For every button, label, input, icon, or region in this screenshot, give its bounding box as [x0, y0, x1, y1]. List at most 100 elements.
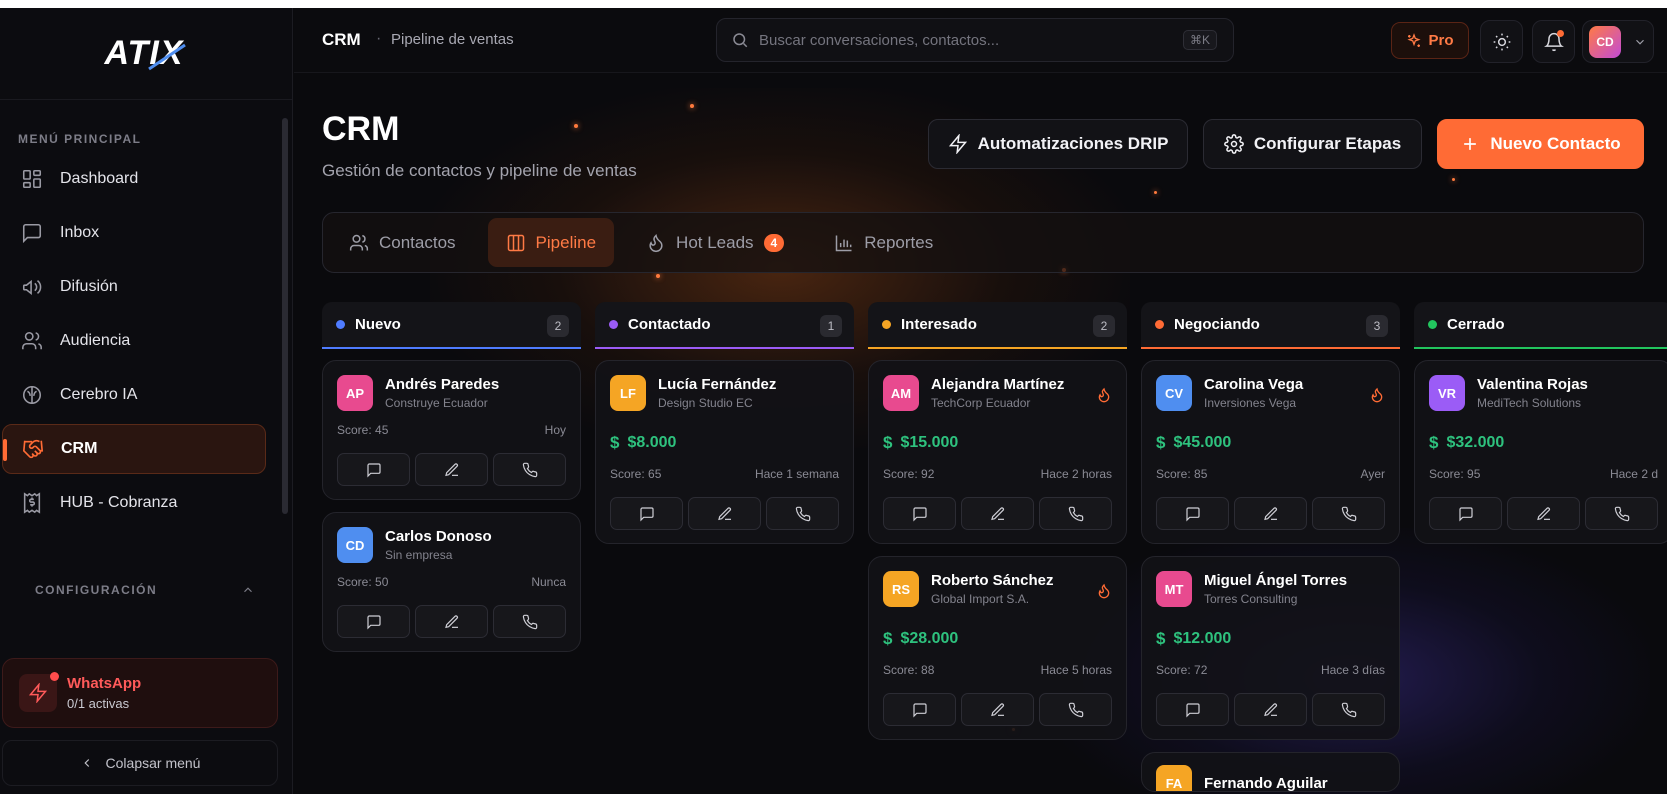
tab-hot-leads[interactable]: Hot Leads 4 [628, 218, 802, 267]
deal-amount: $ $32.000 [1429, 433, 1658, 453]
contact-name[interactable]: Carlos Donoso [385, 528, 492, 545]
sidebar-item-dashboard[interactable]: Dashboard [2, 154, 266, 204]
message-button[interactable] [1429, 497, 1502, 530]
contact-card[interactable]: AM Alejandra Martínez TechCorp Ecuador $ $15… [868, 360, 1127, 544]
contact-card[interactable]: LF Lucía Fernández Design Studio EC $ $8.000… [595, 360, 854, 544]
edit-button[interactable] [688, 497, 761, 530]
lead-score: Score: 95 [1429, 467, 1481, 481]
call-button[interactable] [1585, 497, 1658, 530]
sidebar-item-audiencia[interactable]: Audiencia [2, 316, 266, 366]
search-box[interactable]: ⌘K [716, 18, 1234, 62]
user-menu[interactable]: CD [1582, 20, 1654, 63]
contact-card[interactable]: RS Roberto Sánchez Global Import S.A. $ $28.… [868, 556, 1127, 740]
logo[interactable]: ATIX [0, 8, 292, 100]
config-section[interactable]: CONFIGURACIÓN [35, 583, 255, 597]
tab-contactos[interactable]: Contactos [331, 218, 474, 267]
contact-name[interactable]: Andrés Paredes [385, 376, 499, 393]
new-contact-button[interactable]: Nuevo Contacto [1437, 119, 1644, 169]
message-button[interactable] [337, 453, 410, 486]
edit-button[interactable] [961, 497, 1034, 530]
message-button[interactable] [337, 605, 410, 638]
lead-score: Score: 65 [610, 467, 662, 481]
call-button[interactable] [493, 605, 566, 638]
contact-card[interactable]: AP Andrés Paredes Construye Ecuador Score: … [322, 360, 581, 500]
edit-button[interactable] [415, 605, 488, 638]
avatar: AP [337, 375, 373, 411]
view-tabs: Contactos Pipeline Hot Leads 4 Reportes [322, 212, 1644, 273]
contact-card[interactable]: CD Carlos Donoso Sin empresa Score: 50 Nunca [322, 512, 581, 652]
pipeline-column-contactado: Contactado 1 LF Lucía Fernández Design Studi… [595, 302, 854, 544]
card-actions [883, 693, 1112, 726]
contact-name[interactable]: Miguel Ángel Torres [1204, 572, 1347, 589]
edit-button[interactable] [961, 693, 1034, 726]
call-button[interactable] [766, 497, 839, 530]
breadcrumb-main[interactable]: CRM [322, 30, 361, 50]
pencil-icon [444, 462, 460, 478]
whatsapp-title: WhatsApp [67, 675, 142, 692]
tab-reportes[interactable]: Reportes [816, 218, 951, 267]
contact-name[interactable]: Fernando Aguilar [1204, 775, 1328, 792]
column-count-badge: 2 [1093, 315, 1115, 337]
lead-score: Score: 88 [883, 663, 935, 677]
edit-button[interactable] [415, 453, 488, 486]
call-button[interactable] [1312, 693, 1385, 726]
sidebar-item-crm[interactable]: CRM [2, 424, 266, 474]
pro-button[interactable]: Pro [1391, 22, 1469, 59]
card-actions [337, 605, 566, 638]
hot-leads-count-badge: 4 [763, 233, 785, 252]
contact-name[interactable]: Alejandra Martínez [931, 376, 1064, 393]
deal-amount-value: $28.000 [900, 630, 959, 647]
drip-automations-button[interactable]: Automatizaciones DRIP [928, 119, 1188, 169]
columns-icon [507, 234, 524, 251]
sidebar-item-label: Dashboard [60, 170, 139, 187]
contact-card[interactable]: VR Valentina Rojas MediTech Solutions $ $32.… [1414, 360, 1667, 544]
sidebar-item-label: Cerebro IA [60, 386, 138, 403]
call-button[interactable] [1312, 497, 1385, 530]
contact-name[interactable]: Lucía Fernández [658, 376, 776, 393]
phone-icon [522, 614, 538, 630]
sidebar-item-cerebro-ia[interactable]: Cerebro IA [2, 370, 266, 420]
contact-name[interactable]: Valentina Rojas [1477, 376, 1588, 393]
contact-card[interactable]: FA Fernando Aguilar [1141, 752, 1400, 792]
contact-name[interactable]: Roberto Sánchez [931, 572, 1054, 589]
sidebar-item-inbox[interactable]: Inbox [2, 208, 266, 258]
contact-card[interactable]: CV Carolina Vega Inversiones Vega $ $45.000 S… [1141, 360, 1400, 544]
message-button[interactable] [883, 693, 956, 726]
sidebar-item-difusion[interactable]: Difusión [2, 262, 266, 312]
contact-company: Construye Ecuador [385, 396, 488, 410]
message-button[interactable] [1156, 693, 1229, 726]
chevron-up-icon [244, 587, 252, 593]
contact-meta: Score: 65 Hace 1 semana [610, 467, 839, 481]
deal-amount: $ $15.000 [883, 433, 1112, 453]
chevron-left-icon [83, 759, 89, 767]
deal-amount: $ $8.000 [610, 433, 839, 453]
search-icon [733, 33, 748, 48]
message-button[interactable] [883, 497, 956, 530]
contact-name[interactable]: Carolina Vega [1204, 376, 1303, 393]
avatar: CD [337, 527, 373, 563]
message-button[interactable] [1156, 497, 1229, 530]
sidebar-item-hub-cobranza[interactable]: HUB - Cobranza [2, 478, 266, 528]
tab-pipeline[interactable]: Pipeline [487, 218, 615, 267]
edit-button[interactable] [1234, 497, 1307, 530]
deal-amount-value: $15.000 [900, 434, 959, 451]
search-input[interactable] [759, 31, 1149, 49]
message-button[interactable] [610, 497, 683, 530]
collapse-menu-button[interactable]: Colapsar menú [2, 740, 278, 786]
contact-header: AM Alejandra Martínez TechCorp Ecuador [883, 375, 1112, 411]
whatsapp-status-card[interactable]: WhatsApp 0/1 activas [2, 658, 278, 728]
contact-card[interactable]: MT Miguel Ángel Torres Torres Consulting $ $… [1141, 556, 1400, 740]
call-button[interactable] [1039, 693, 1112, 726]
call-button[interactable] [493, 453, 566, 486]
sidebar-scrollbar[interactable] [282, 118, 288, 514]
pencil-icon [1536, 506, 1552, 522]
pencil-icon [444, 614, 460, 630]
sidebar: ATIX MENÚ PRINCIPAL Dashboard Inbox Difu… [0, 8, 293, 794]
theme-toggle-button[interactable] [1480, 20, 1523, 63]
edit-button[interactable] [1234, 693, 1307, 726]
notifications-button[interactable] [1532, 20, 1575, 63]
call-button[interactable] [1039, 497, 1112, 530]
tab-label: Contactos [379, 232, 456, 252]
edit-button[interactable] [1507, 497, 1580, 530]
configure-stages-button[interactable]: Configurar Etapas [1203, 119, 1422, 169]
